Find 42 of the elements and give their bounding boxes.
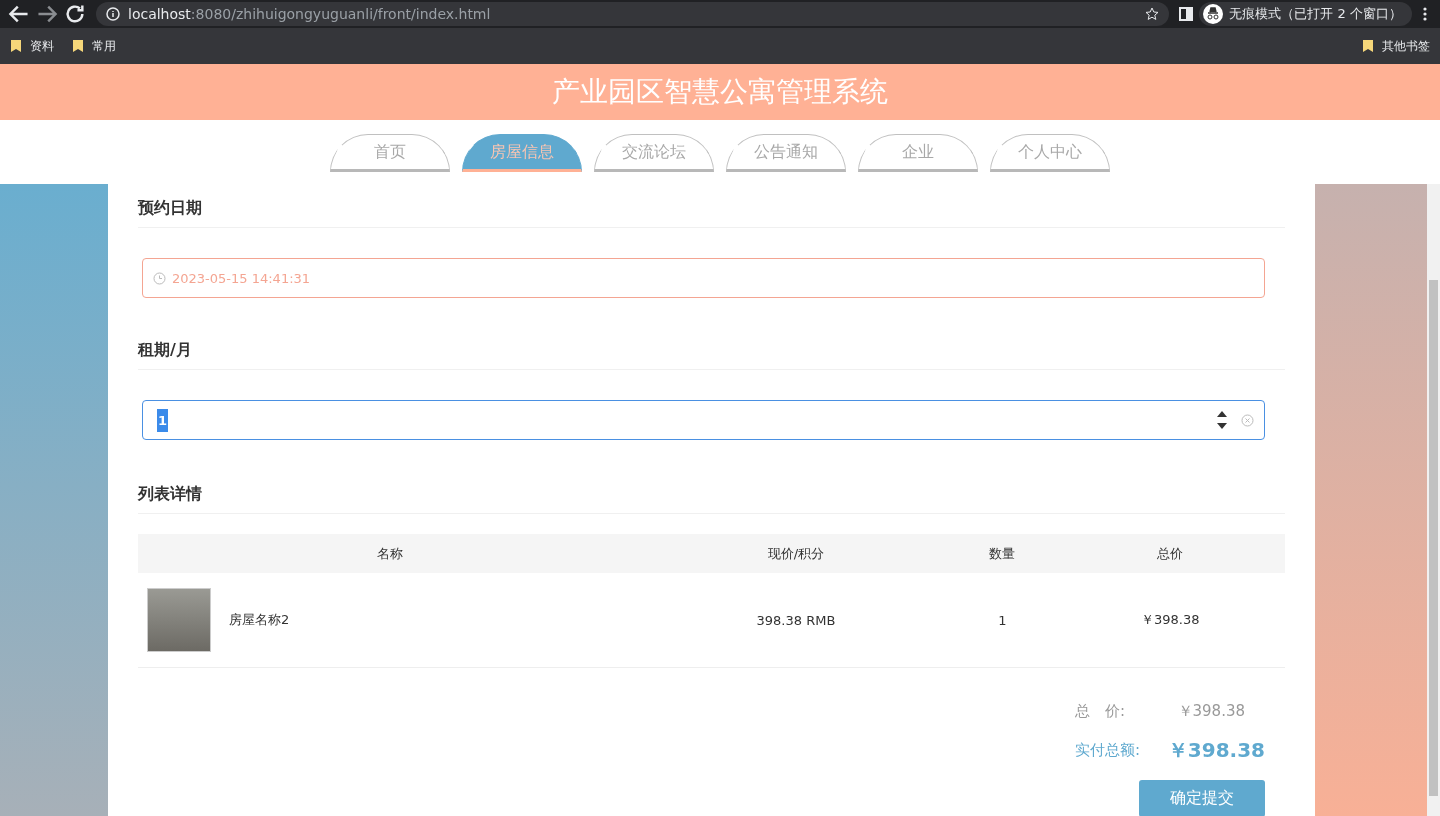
section-title: 预约日期	[138, 184, 1285, 228]
table-cell: 398.38 RMB	[756, 612, 836, 628]
submit-button[interactable]: 确定提交	[1139, 780, 1265, 816]
column-header: 名称	[138, 534, 643, 573]
photo-placeholder	[147, 588, 211, 652]
total-label: 总 价:	[1074, 702, 1126, 721]
clock-icon	[153, 271, 166, 285]
info-icon[interactable]	[106, 7, 120, 21]
back-icon[interactable]	[8, 3, 30, 25]
nav-tab[interactable]: 交流论坛	[594, 134, 714, 172]
nav-tab[interactable]: 个人中心	[990, 134, 1110, 172]
forward-icon[interactable]	[36, 3, 58, 25]
column-header: 现价/积分	[642, 534, 950, 573]
nav-tab[interactable]: 企业	[858, 134, 978, 172]
date-field[interactable]: 2023-05-15 14:41:31	[142, 258, 1265, 298]
paid-label: 实付总额:	[1074, 741, 1141, 760]
incognito-icon	[1203, 4, 1224, 24]
spinner-icon[interactable]	[1215, 411, 1229, 429]
table-cell: 房屋名称2	[229, 611, 290, 629]
column-header: 数量	[949, 534, 1056, 573]
star-icon[interactable]	[1145, 7, 1160, 21]
incognito-badge[interactable]: 无痕模式（已打开 2 个窗口）	[1199, 2, 1412, 26]
side-panel-icon[interactable]	[1179, 7, 1194, 21]
address-bar[interactable]: localhost:8080/zhihuigongyuguanli/front/index.html	[96, 2, 1170, 26]
column-header: 总价	[1055, 534, 1285, 573]
url-text: localhost:8080/zhihuigongyuguanli/front/index.html	[128, 6, 491, 22]
nav-tab[interactable]: 首页	[330, 134, 450, 172]
other-bookmarks[interactable]: 其他书签	[1382, 37, 1430, 55]
paid-value: ￥398.38	[1166, 737, 1265, 764]
table-cell: ￥398.38	[1140, 612, 1200, 627]
bookmark-item[interactable]: 常用	[92, 37, 116, 55]
number-field[interactable]: 1	[142, 400, 1265, 440]
scrollbar[interactable]	[1427, 184, 1440, 816]
section-title: 列表详情	[138, 470, 1285, 514]
site-title: 产业园区智慧公寓管理系统	[552, 74, 888, 110]
table-cell: 1	[998, 612, 1007, 628]
reload-icon[interactable]	[64, 3, 86, 25]
nav-tab[interactable]: 房屋信息	[462, 134, 582, 172]
bookmark-item[interactable]: 资料	[30, 37, 54, 55]
total-value: ￥398.38	[1176, 702, 1246, 721]
section-title: 租期/月	[138, 326, 1285, 370]
nav-tab[interactable]: 公告通知	[726, 134, 846, 172]
